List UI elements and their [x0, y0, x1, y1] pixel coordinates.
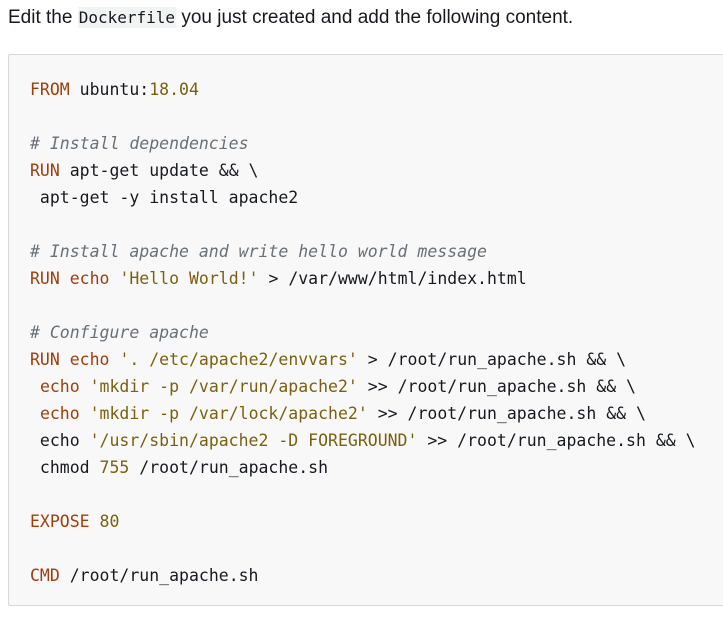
code-token: >> /root/run_apache.sh && \ — [357, 377, 636, 396]
code-token: 'mkdir -p /var/lock/apache2' — [89, 404, 368, 423]
code-token: ubuntu: — [69, 80, 150, 99]
code-token: echo — [39, 377, 80, 396]
code-token: 755 — [99, 458, 130, 477]
code-token: 'Hello World!' — [119, 269, 259, 288]
code-line: # Install apache and write hello world m… — [30, 238, 696, 265]
code-token: chmod — [30, 458, 100, 477]
code-line: echo 'mkdir -p /var/run/apache2' >> /roo… — [30, 373, 696, 400]
code-token: > /root/run_apache.sh && \ — [357, 350, 627, 369]
code-token: CMD — [30, 566, 60, 585]
inline-code-dockerfile: Dockerfile — [77, 7, 177, 28]
code-line: CMD /root/run_apache.sh — [30, 562, 696, 589]
code-block[interactable]: FROM ubuntu:18.04 # Install dependencies… — [8, 54, 723, 606]
code-line: # Install dependencies — [30, 130, 696, 157]
code-token: echo — [39, 404, 80, 423]
intro-before: Edit the — [8, 7, 78, 28]
code-line: RUN echo '. /etc/apache2/envvars' > /roo… — [30, 346, 696, 373]
code-token: '. /etc/apache2/envvars' — [119, 350, 358, 369]
code-line: RUN echo 'Hello World!' > /var/www/html/… — [30, 265, 696, 292]
intro-after: you just created and add the following c… — [176, 7, 574, 28]
code-token: echo — [30, 431, 90, 450]
code-token: # Configure apache — [30, 323, 209, 342]
code-token: FROM — [30, 80, 70, 99]
code-token: apt-get update && \ — [59, 161, 259, 180]
code-token: RUN — [30, 350, 60, 369]
code-line: FROM ubuntu:18.04 — [30, 76, 696, 103]
code-token: 80 — [99, 512, 120, 531]
code-token: >> /root/run_apache.sh && \ — [417, 431, 696, 450]
code-token: RUN — [30, 269, 60, 288]
code-token: > /var/www/html/index.html — [258, 269, 527, 288]
code-token: apt-get -y install apache2 — [30, 188, 299, 207]
code-token: 18.04 — [149, 80, 199, 99]
code-token: # Install dependencies — [30, 134, 249, 153]
code-line: apt-get -y install apache2 — [30, 184, 696, 211]
code-token: # Install apache and write hello world m… — [30, 242, 487, 261]
code-token: 'mkdir -p /var/run/apache2' — [89, 377, 358, 396]
dockerfile-code: FROM ubuntu:18.04 # Install dependencies… — [30, 76, 696, 589]
code-line: chmod 755 /root/run_apache.sh — [30, 454, 696, 481]
code-line: # Configure apache — [30, 319, 696, 346]
code-token: RUN — [30, 161, 60, 180]
code-token: /root/run_apache.sh — [129, 458, 329, 477]
code-token: /root/run_apache.sh — [59, 566, 259, 585]
instruction-text: Edit the Dockerfile you just created and… — [8, 6, 573, 30]
code-line: RUN apt-get update && \ — [30, 157, 696, 184]
code-line: EXPOSE 80 — [30, 508, 696, 535]
code-line: echo 'mkdir -p /var/lock/apache2' >> /ro… — [30, 400, 696, 427]
code-token: echo — [69, 350, 110, 369]
code-token: EXPOSE — [30, 512, 90, 531]
code-token: echo — [69, 269, 110, 288]
code-line: echo '/usr/sbin/apache2 -D FOREGROUND' >… — [30, 427, 696, 454]
code-token: '/usr/sbin/apache2 -D FOREGROUND' — [89, 431, 418, 450]
code-token: >> /root/run_apache.sh && \ — [367, 404, 646, 423]
